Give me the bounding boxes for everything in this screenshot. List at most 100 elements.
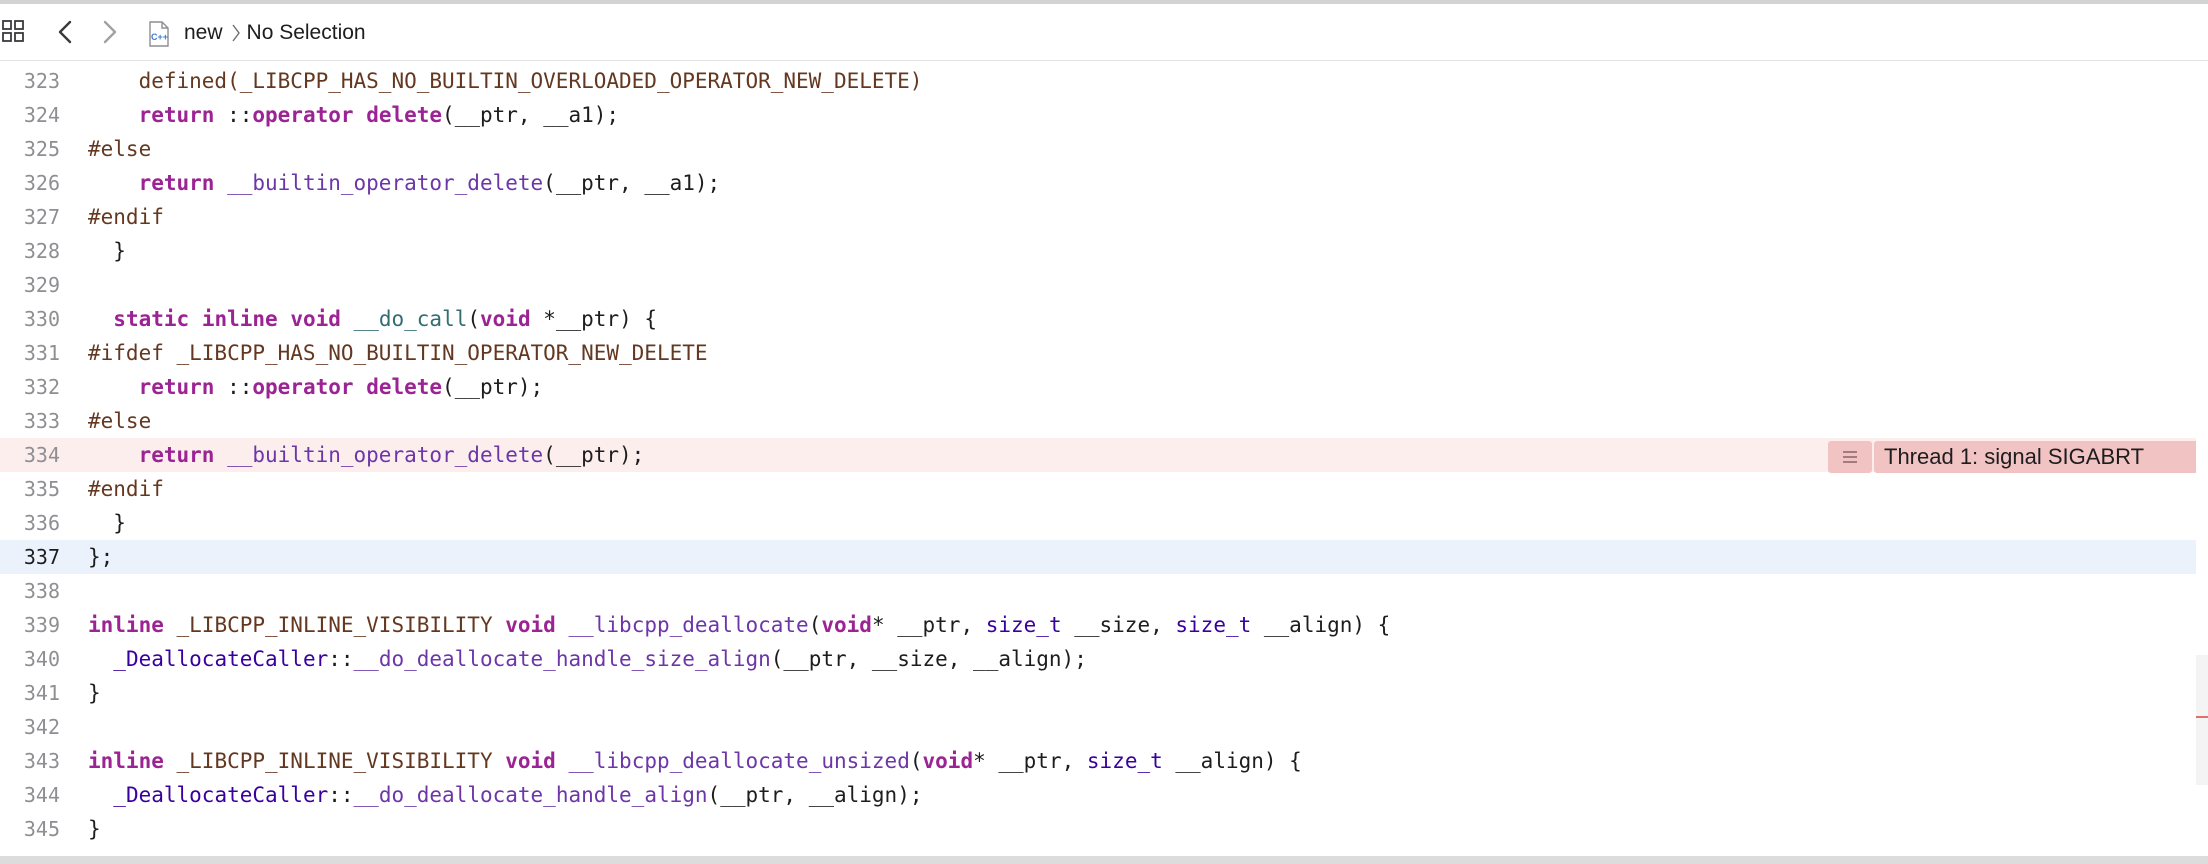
line-number[interactable]: 338 <box>0 574 60 608</box>
code-text[interactable]: return ::operator delete(__ptr, __a1); <box>88 98 619 132</box>
line-number[interactable]: 328 <box>0 234 60 268</box>
code-text[interactable]: return __builtin_operator_delete(__ptr, … <box>88 166 721 200</box>
code-line[interactable]: 342 <box>0 710 2196 744</box>
line-number[interactable]: 331 <box>0 336 60 370</box>
code-line[interactable]: 340 _DeallocateCaller::__do_deallocate_h… <box>0 642 2196 676</box>
code-line[interactable]: 335 #endif <box>0 472 2196 506</box>
line-number[interactable]: 339 <box>0 608 60 642</box>
grid-icon[interactable] <box>2 20 26 44</box>
code-token: _LIBCPP_INLINE_VISIBILITY <box>176 613 493 637</box>
code-line[interactable]: 338 <box>0 574 2196 608</box>
code-line[interactable]: 327 #endif <box>0 200 2196 234</box>
code-line[interactable]: 326 return __builtin_operator_delete(__p… <box>0 166 2196 200</box>
code-token: } <box>88 817 101 841</box>
chevron-right-icon <box>231 22 241 44</box>
code-line[interactable]: 345} <box>0 812 2196 846</box>
code-line[interactable]: 330 static inline void __do_call(void *_… <box>0 302 2196 336</box>
code-text[interactable]: #endif <box>88 200 164 234</box>
code-line[interactable]: 328 } <box>0 234 2196 268</box>
code-text[interactable]: } <box>88 812 101 846</box>
line-number[interactable]: 332 <box>0 370 60 404</box>
code-token: return <box>138 443 215 467</box>
code-text[interactable]: return ::operator delete(__ptr); <box>88 370 544 404</box>
line-number[interactable]: 343 <box>0 744 60 778</box>
code-text[interactable]: }; <box>88 540 113 574</box>
code-line[interactable]: 343 inline _LIBCPP_INLINE_VISIBILITY void… <box>0 744 2196 778</box>
code-token: size_t <box>985 613 1062 637</box>
line-number[interactable]: 324 <box>0 98 60 132</box>
line-number[interactable]: 323 <box>0 64 60 98</box>
code-text[interactable]: } <box>88 676 101 710</box>
code-line[interactable]: 323 defined(_LIBCPP_HAS_NO_BUILTIN_OVERL… <box>0 64 2196 98</box>
code-text[interactable]: #else <box>88 132 151 166</box>
code-line[interactable]: 329 <box>0 268 2196 302</box>
code-text[interactable]: } <box>88 234 126 268</box>
breadcrumb-symbol[interactable]: No Selection <box>247 21 366 45</box>
code-token: _LIBCPP_INLINE_VISIBILITY <box>176 749 493 773</box>
code-token: void <box>922 749 974 773</box>
code-token: __do_deallocate_handle_align <box>353 783 708 807</box>
error-annotation-icon-box[interactable] <box>1828 441 1872 473</box>
code-token: :: <box>214 375 253 399</box>
code-text[interactable]: return __builtin_operator_delete(__ptr); <box>88 438 645 472</box>
code-token: *__ptr) { <box>530 307 658 331</box>
code-token: __libcpp_deallocate_unsized <box>568 749 910 773</box>
code-text[interactable]: #else <box>88 404 151 438</box>
code-text[interactable]: _DeallocateCaller::__do_deallocate_handl… <box>88 642 1087 676</box>
breadcrumb-file[interactable]: new <box>184 21 223 45</box>
line-number[interactable]: 329 <box>0 268 60 302</box>
code-line[interactable]: 324 return ::operator delete(__ptr, __a1… <box>0 98 2196 132</box>
forward-arrow-icon[interactable] <box>97 17 123 47</box>
line-number[interactable]: 334 <box>0 438 60 472</box>
code-text[interactable]: #ifdef _LIBCPP_HAS_NO_BUILTIN_OPERATOR_N… <box>88 336 708 370</box>
code-line[interactable]: 331 #ifdef _LIBCPP_HAS_NO_BUILTIN_OPERATO… <box>0 336 2196 370</box>
minimap-track[interactable] <box>2196 655 2208 785</box>
line-number[interactable]: 345 <box>0 812 60 846</box>
line-number[interactable]: 341 <box>0 676 60 710</box>
code-text[interactable]: inline _LIBCPP_INLINE_VISIBILITY void __… <box>88 744 1302 778</box>
code-line[interactable]: 325 #else <box>0 132 2196 166</box>
code-token: ( <box>467 307 481 331</box>
code-line[interactable]: 344 _DeallocateCaller::__do_deallocate_h… <box>0 778 2196 812</box>
code-line[interactable]: 336 } <box>0 506 2196 540</box>
cpp-file-icon[interactable]: C++ <box>148 21 170 47</box>
code-text[interactable]: inline _LIBCPP_INLINE_VISIBILITY void __… <box>88 608 1390 642</box>
cpp-file-icon-label: C++ <box>151 32 169 42</box>
error-annotation-message[interactable]: Thread 1: signal SIGABRT <box>1874 441 2196 473</box>
line-number[interactable]: 333 <box>0 404 60 438</box>
code-line[interactable]: 333 #else <box>0 404 2196 438</box>
code-token: __size, <box>1061 613 1176 637</box>
line-number[interactable]: 342 <box>0 710 60 744</box>
line-number[interactable]: 344 <box>0 778 60 812</box>
code-line[interactable]: 332 return ::operator delete(__ptr); <box>0 370 2196 404</box>
code-line[interactable]: 339 inline _LIBCPP_INLINE_VISIBILITY void… <box>0 608 2196 642</box>
code-text[interactable]: defined(_LIBCPP_HAS_NO_BUILTIN_OVERLOADE… <box>88 64 923 98</box>
line-number[interactable]: 325 <box>0 132 60 166</box>
code-text[interactable]: static inline void __do_call(void *__ptr… <box>88 302 657 336</box>
line-number[interactable]: 326 <box>0 166 60 200</box>
code-line[interactable]: 341} <box>0 676 2196 710</box>
line-number[interactable]: 337 <box>0 540 60 574</box>
code-text[interactable]: } <box>88 506 126 540</box>
line-number[interactable]: 327 <box>0 200 60 234</box>
code-text[interactable]: _DeallocateCaller::__do_deallocate_handl… <box>88 778 922 812</box>
code-token: ( <box>909 749 923 773</box>
code-token: * __ptr, <box>973 749 1087 773</box>
line-number[interactable]: 330 <box>0 302 60 336</box>
back-arrow-icon[interactable] <box>52 17 78 47</box>
code-token: __do_call <box>353 307 468 331</box>
code-text[interactable]: #endif <box>88 472 164 506</box>
line-number[interactable]: 335 <box>0 472 60 506</box>
code-line-current[interactable]: 337}; <box>0 540 2196 574</box>
line-number[interactable]: 336 <box>0 506 60 540</box>
line-number[interactable]: 340 <box>0 642 60 676</box>
